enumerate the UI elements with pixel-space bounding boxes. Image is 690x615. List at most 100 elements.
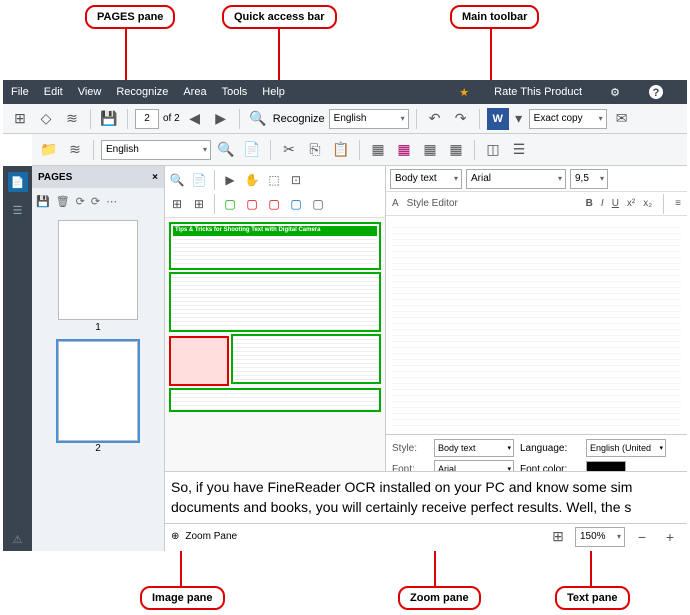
page-total: of 2 — [163, 113, 180, 124]
delete-icon[interactable]: 🗑 — [56, 195, 70, 208]
zoom-pane-label: Zoom Pane — [185, 531, 237, 542]
paste-icon[interactable]: 📋 — [330, 139, 352, 161]
doc-heading: Tips & Tricks for Shooting Text with Dig… — [173, 226, 377, 236]
zoom-pane-icon[interactable]: ⊕ — [171, 531, 179, 542]
text-format-toolbar2: A Style Editor B I U x² x₂ ≡ — [386, 192, 687, 216]
area-icon[interactable]: ⊡ — [286, 170, 306, 190]
callout-main: Main toolbar — [450, 5, 539, 29]
super-icon[interactable]: x² — [627, 198, 635, 209]
image-area-icon[interactable]: ▢ — [242, 194, 262, 214]
save-icon[interactable]: 💾 — [98, 108, 120, 130]
menu-tools[interactable]: Tools — [222, 86, 248, 98]
prev-page-icon[interactable]: ◀ — [184, 108, 206, 130]
more-icon[interactable]: ⋯ — [106, 195, 117, 208]
copy-icon[interactable]: ⎘ — [304, 139, 326, 161]
word-icon[interactable]: W — [487, 108, 509, 130]
bookmarks-tab-icon[interactable]: ☰ — [8, 200, 28, 220]
zoom-out3-icon[interactable]: − — [631, 526, 653, 548]
layout4-icon[interactable]: ▦ — [445, 139, 467, 161]
thumb-label: 1 — [58, 322, 138, 333]
analyze-icon[interactable]: ⊞ — [167, 194, 187, 214]
layout2-icon[interactable]: ▦ — [393, 139, 415, 161]
align-left-icon[interactable]: ≡ — [675, 198, 681, 209]
style-editor-link[interactable]: Style Editor — [407, 198, 458, 209]
barcode-icon[interactable]: ▢ — [308, 194, 328, 214]
left-sidebar: 📄 ☰ — [3, 166, 32, 551]
language-select[interactable]: English — [329, 109, 409, 129]
warning-icon[interactable]: ⚠ — [3, 527, 32, 551]
page-number-input[interactable] — [135, 109, 159, 129]
zoom-in3-icon[interactable]: + — [659, 526, 681, 548]
layout3-icon[interactable]: ▦ — [419, 139, 441, 161]
font-select[interactable]: Arial — [466, 169, 566, 189]
sub-icon[interactable]: x₂ — [643, 198, 652, 209]
select-icon[interactable]: ⬚ — [264, 170, 284, 190]
open-folder-icon[interactable]: 📁 — [38, 139, 60, 161]
quick-access-bar: 📁 ≋ English 🔍 📄 ✂ ⎘ 📋 ▦ ▦ ▦ ▦ ◫ ☰ — [32, 134, 687, 166]
zoom-text-content[interactable]: So, if you have FineReader OCR installed… — [165, 472, 687, 523]
main-toolbar: ⊞ ◇ ≋ 💾 of 2 ◀ ▶ 🔍 Recognize English ↶ ↷… — [3, 104, 687, 134]
italic-icon[interactable]: I — [601, 198, 604, 209]
underline-icon[interactable]: U — [612, 198, 619, 209]
redo-icon[interactable]: ↷ — [450, 108, 472, 130]
dropdown-icon[interactable]: ▾ — [513, 108, 525, 130]
page-thumbnail-1[interactable] — [58, 220, 138, 320]
zoom-pane-select[interactable]: 150% — [575, 527, 625, 547]
menu-help[interactable]: Help — [262, 86, 285, 98]
next-page-icon[interactable]: ▶ — [210, 108, 232, 130]
recognize-button[interactable]: Recognize — [273, 113, 325, 125]
prop-style-select[interactable]: Body text — [434, 439, 514, 457]
layout5-icon[interactable]: ◫ — [482, 139, 504, 161]
pages-tab-icon[interactable]: 📄 — [8, 172, 28, 192]
language2-select[interactable]: English — [101, 140, 211, 160]
callout-zoom: Zoom pane — [398, 586, 481, 610]
style-select[interactable]: Body text — [390, 169, 462, 189]
read-area-icon[interactable]: 🔍 — [167, 170, 187, 190]
gear-icon[interactable]: ⚙ — [607, 84, 623, 100]
text-area-icon[interactable]: ▢ — [220, 194, 240, 214]
analyze2-icon[interactable]: ⊞ — [189, 194, 209, 214]
help-icon[interactable]: ? — [648, 84, 664, 100]
scan2-icon[interactable]: ≋ — [64, 139, 86, 161]
text-content[interactable] — [386, 216, 687, 434]
open-icon[interactable]: ◇ — [35, 108, 57, 130]
page-thumbnail-2[interactable] — [58, 341, 138, 441]
refresh-icon[interactable]: ⟳ — [76, 195, 85, 208]
read-icon[interactable]: 🔍 — [215, 139, 237, 161]
menu-recognize[interactable]: Recognize — [116, 86, 168, 98]
image-region[interactable] — [169, 336, 229, 386]
pages-pane: PAGES × 💾 🗑 ⟳ ⟳ ⋯ 1 2 — [32, 166, 165, 551]
hand-icon[interactable]: ✋ — [242, 170, 262, 190]
send-icon[interactable]: ✉ — [611, 108, 633, 130]
scan-icon[interactable]: ≋ — [61, 108, 83, 130]
list-icon[interactable]: ☰ — [508, 139, 530, 161]
prop-lang-select[interactable]: English (United — [586, 439, 666, 457]
style-editor-icon[interactable]: A — [392, 198, 399, 209]
pointer-icon[interactable]: ▶ — [220, 170, 240, 190]
menu-area[interactable]: Area — [183, 86, 206, 98]
callout-image: Image pane — [140, 586, 225, 610]
save-icon[interactable]: 💾 — [36, 195, 50, 208]
svg-text:?: ? — [653, 87, 660, 99]
table-area-icon[interactable]: ▢ — [286, 194, 306, 214]
undo-icon[interactable]: ↶ — [424, 108, 446, 130]
rate-product-link[interactable]: Rate This Product — [494, 86, 582, 98]
bg-image-icon[interactable]: ▢ — [264, 194, 284, 214]
read-page-icon[interactable]: 📄 — [241, 139, 263, 161]
close-icon[interactable]: × — [152, 172, 158, 183]
size-select[interactable]: 9,5 — [570, 169, 608, 189]
bold-icon[interactable]: B — [586, 198, 593, 209]
layout1-icon[interactable]: ▦ — [367, 139, 389, 161]
refresh2-icon[interactable]: ⟳ — [91, 195, 100, 208]
menu-file[interactable]: File — [11, 86, 29, 98]
cut-icon[interactable]: ✂ — [278, 139, 300, 161]
style-label: Style: — [392, 443, 428, 454]
recognize-icon[interactable]: 🔍 — [247, 108, 269, 130]
new-icon[interactable]: ⊞ — [9, 108, 31, 130]
read-page2-icon[interactable]: 📄 — [189, 170, 209, 190]
zoom-pane: So, if you have FineReader OCR installed… — [165, 471, 687, 551]
export-mode-select[interactable]: Exact copy — [529, 109, 607, 129]
menu-edit[interactable]: Edit — [44, 86, 63, 98]
grid-icon[interactable]: ⊞ — [547, 526, 569, 548]
menu-view[interactable]: View — [78, 86, 102, 98]
